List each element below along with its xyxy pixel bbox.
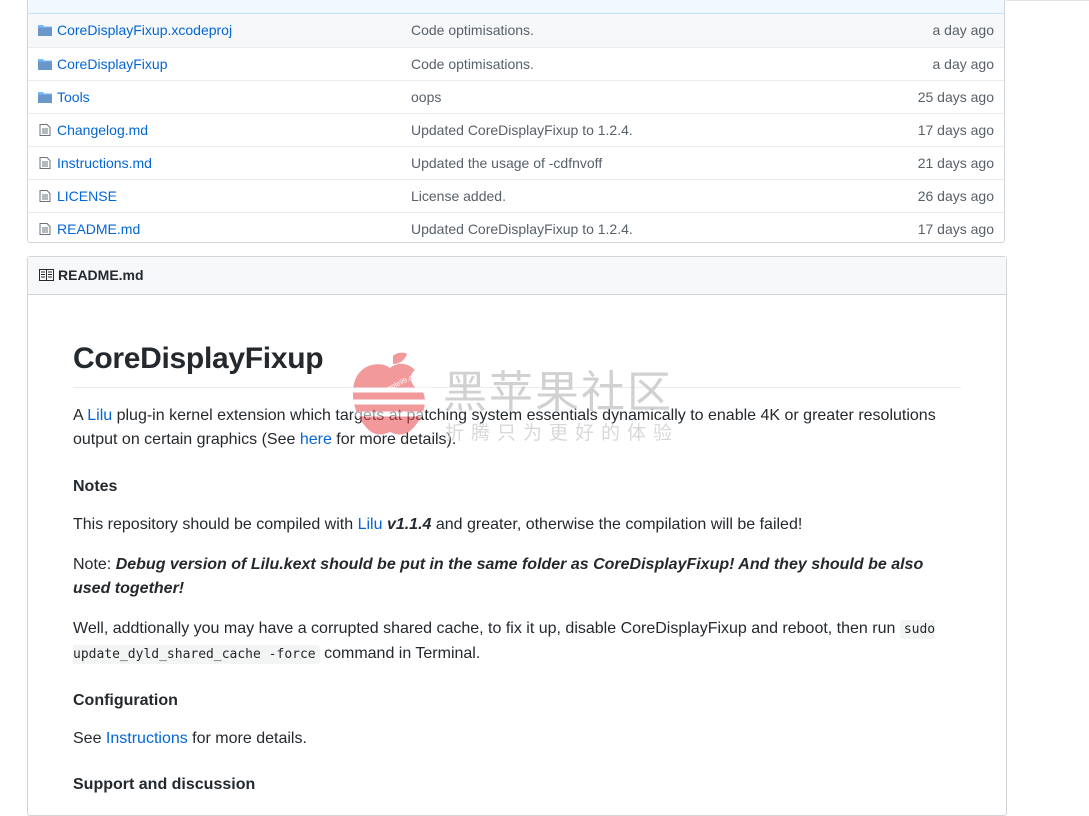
commit-message-link[interactable]: Updated the usage of -cdfnvoff — [411, 155, 602, 171]
file-row[interactable]: Tools oops 25 days ago — [28, 80, 1004, 113]
file-text-icon — [39, 190, 51, 202]
readme-content: CoreDisplayFixup A Lilu plug-in kernel e… — [73, 339, 961, 797]
file-row[interactable]: Instructions.md Updated the usage of -cdf… — [28, 146, 1004, 179]
notes-text: command in Terminal. — [319, 645, 481, 662]
file-name-link[interactable]: Instructions.md — [57, 155, 152, 171]
commit-age: a day ago — [932, 22, 995, 38]
config-text: for more details. — [187, 730, 307, 747]
commit-message-link[interactable]: Updated CoreDisplayFixup to 1.2.4. — [411, 221, 633, 237]
file-text-icon — [39, 124, 51, 136]
intro-text: A — [73, 407, 88, 424]
notes-text: Note: — [73, 556, 116, 573]
file-list: CoreDisplayFixup.xcodeproj Code optimisat… — [27, 0, 1005, 243]
version-text: v1.1.4 — [386, 516, 432, 533]
file-name-link[interactable]: README.md — [57, 221, 140, 237]
notes-heading: Notes — [73, 478, 118, 495]
notes-text: Well, addtionally you may have a corrupt… — [73, 620, 900, 637]
commit-message-link[interactable]: Updated CoreDisplayFixup to 1.2.4. — [411, 122, 633, 138]
intro-text: plug-in kernel extension which targets a… — [73, 407, 936, 448]
file-row[interactable]: Changelog.md Updated CoreDisplayFixup to … — [28, 113, 1004, 146]
latest-commit-bar — [28, 0, 1004, 14]
file-name-link[interactable]: Changelog.md — [57, 122, 148, 138]
folder-icon — [38, 59, 52, 70]
configuration-heading: Configuration — [73, 692, 178, 709]
intro-paragraph: A Lilu plug-in kernel extension which ta… — [73, 404, 961, 452]
lilu-link[interactable]: Lilu — [358, 516, 383, 533]
commit-message-link[interactable]: Code optimisations. — [411, 56, 534, 72]
commit-age: 17 days ago — [917, 122, 994, 138]
commit-age: 21 days ago — [917, 155, 994, 171]
notes-text: This repository should be compiled with — [73, 516, 358, 533]
commit-message-link[interactable]: Code optimisations. — [411, 22, 534, 38]
here-link[interactable]: here — [300, 431, 332, 448]
file-name-link[interactable]: Tools — [57, 89, 90, 105]
file-row[interactable]: LICENSE License added. 26 days ago — [28, 179, 1004, 212]
file-row[interactable]: CoreDisplayFixup.xcodeproj Code optimisat… — [28, 14, 1004, 47]
notes-paragraph-3: Well, addtionally you may have a corrupt… — [73, 617, 961, 667]
intro-text: for more details). — [331, 431, 457, 448]
commit-age: 25 days ago — [917, 89, 994, 105]
support-heading: Support and discussion — [73, 776, 256, 793]
debug-note: Debug version of Lilu.kext should be put… — [73, 556, 924, 597]
file-name-link[interactable]: CoreDisplayFixup — [57, 56, 167, 72]
folder-icon — [38, 25, 52, 36]
file-text-icon — [39, 157, 51, 169]
commit-message-link[interactable]: oops — [411, 89, 441, 105]
lilu-link[interactable]: Lilu — [87, 407, 112, 424]
notes-paragraph-1: This repository should be compiled with … — [73, 513, 961, 537]
readme-title: CoreDisplayFixup — [73, 339, 961, 388]
file-row[interactable]: CoreDisplayFixup Code optimisations. a day… — [28, 47, 1004, 80]
config-text: See — [73, 730, 106, 747]
file-text-icon — [39, 223, 51, 235]
instructions-link[interactable]: Instructions — [106, 730, 188, 747]
configuration-paragraph: See Instructions for more details. — [73, 727, 961, 751]
commit-age: 17 days ago — [917, 221, 994, 237]
file-name-link[interactable]: LICENSE — [57, 188, 117, 204]
commit-age: a day ago — [932, 56, 995, 72]
page-divider — [1006, 0, 1089, 5]
notes-text: and greater, otherwise the compilation w… — [431, 516, 803, 533]
readme-filename: README.md — [58, 267, 144, 283]
file-name-link[interactable]: CoreDisplayFixup.xcodeproj — [57, 22, 232, 38]
notes-paragraph-2: Note: Debug version of Lilu.kext should … — [73, 553, 961, 601]
readme-panel: README.md CoreDisplayFixup A Lilu plug-i… — [27, 256, 1007, 816]
file-row[interactable]: README.md Updated CoreDisplayFixup to 1.2… — [28, 212, 1004, 245]
commit-age: 26 days ago — [917, 188, 994, 204]
folder-icon — [38, 92, 52, 103]
commit-message-link[interactable]: License added. — [411, 188, 506, 204]
readme-header: README.md — [28, 257, 1006, 295]
book-icon — [39, 269, 54, 281]
